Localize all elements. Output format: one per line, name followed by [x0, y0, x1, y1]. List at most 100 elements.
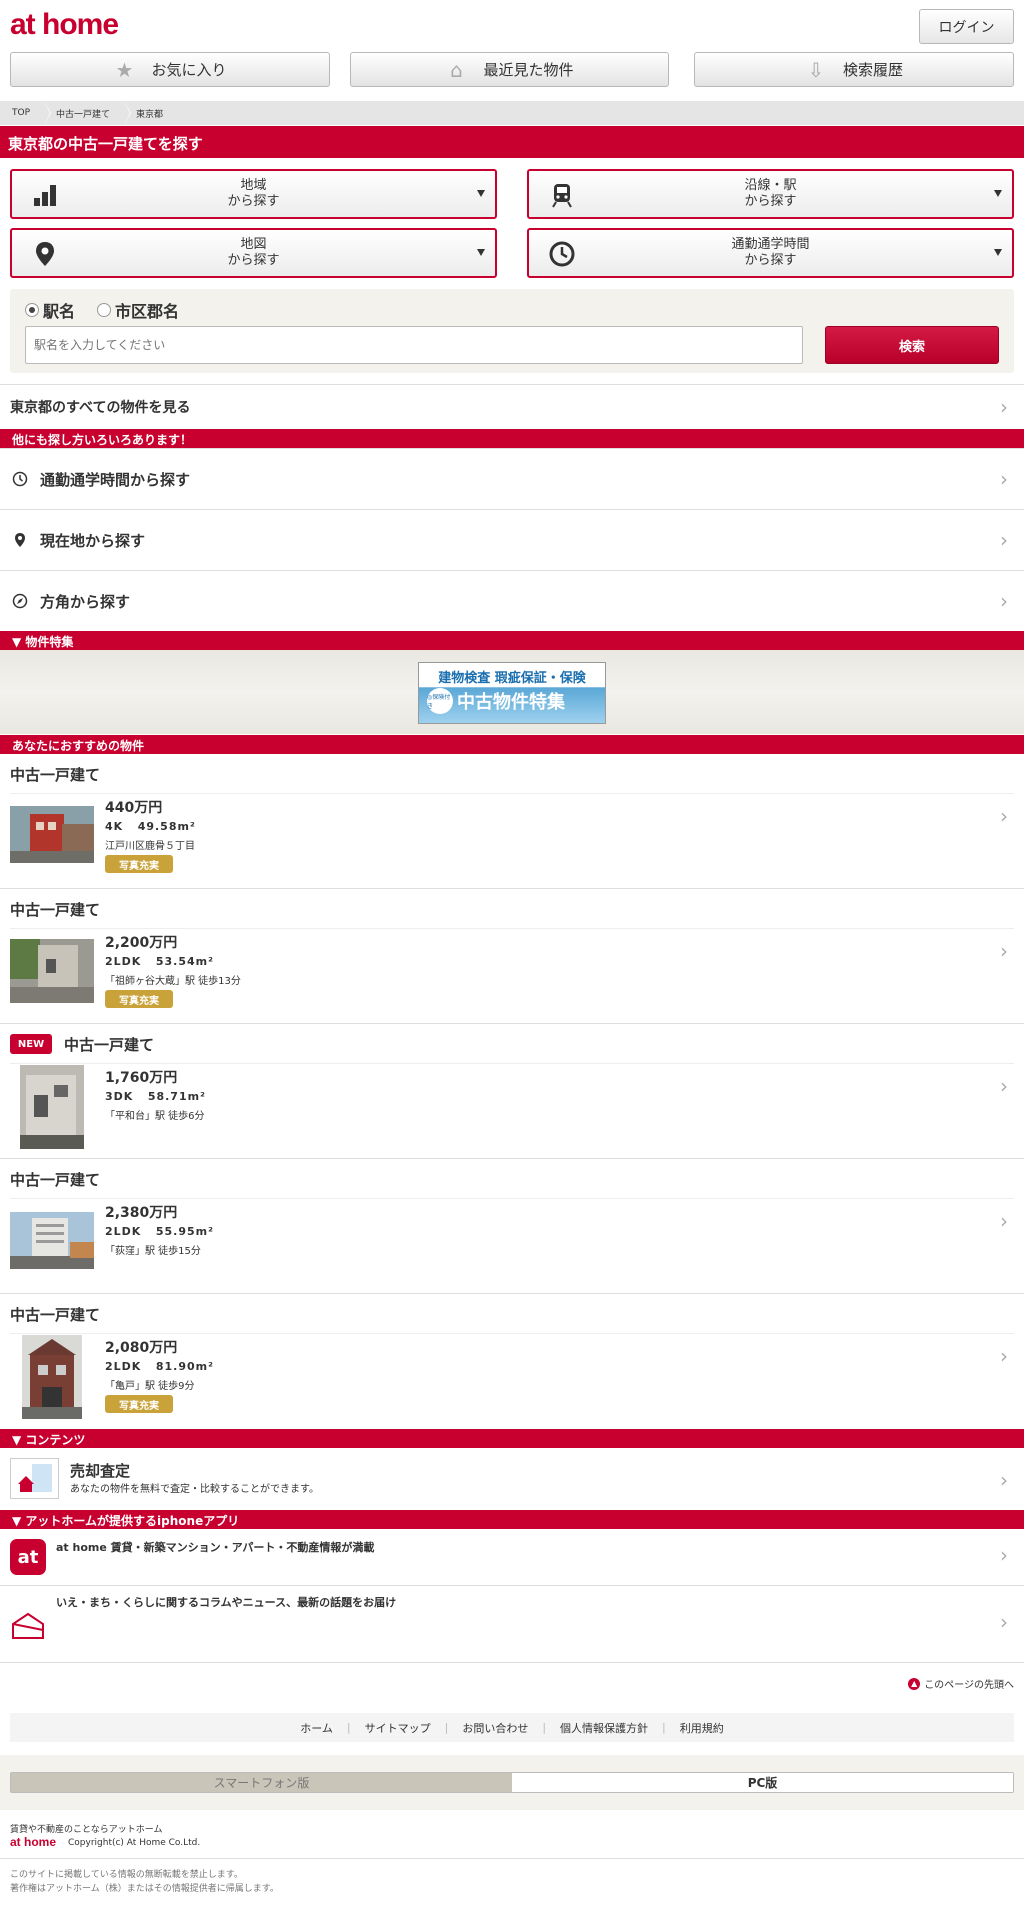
history-label: 検索履歴: [842, 61, 903, 79]
page-top-label: このページの先頭へ: [924, 1680, 1014, 1691]
radio-unchecked-icon: [97, 303, 112, 317]
property-spec: 2LDK 55.95m²: [105, 1225, 214, 1238]
radio-station[interactable]: 駅名: [25, 298, 75, 322]
property-photo: [22, 1335, 82, 1419]
search-commute-line1: 通勤通学時間: [731, 237, 810, 252]
footer-terms-link[interactable]: 利用規約: [680, 1720, 724, 1736]
recent-button[interactable]: ⌂ 最近見た物件: [350, 52, 669, 87]
search-direction-link[interactable]: 方角から探す ›: [0, 570, 1024, 631]
banner-badge: ◎保険付き: [427, 688, 453, 714]
divider: [10, 928, 1014, 929]
recommended-title: あなたにおすすめの物件: [0, 735, 1024, 754]
property-type: 中古一戸建て: [10, 901, 101, 919]
property-card[interactable]: 中古一戸建て 2,200万円 2LDK 53.54m² 「祖師ヶ谷大蔵」駅 徒歩…: [0, 889, 1024, 1024]
breadcrumb: TOP 中古一戸建て 東京都: [0, 101, 1024, 125]
athome-logo[interactable]: at home: [10, 8, 119, 42]
footer-note-1: このサイトに掲載している情報の無断転載を禁止します。: [10, 1870, 243, 1880]
property-price: 2,080万円: [105, 1340, 178, 1356]
footer-home-link[interactable]: ホーム: [300, 1720, 333, 1736]
banner-top-text: 建物検査 瑕疵保証・保険: [438, 671, 586, 686]
chevron-right-icon: ›: [1000, 528, 1008, 552]
footer-privacy-link[interactable]: 個人情報保護方針: [560, 1720, 648, 1736]
search-by-line-button[interactable]: 沿線・駅 から探す: [527, 169, 1014, 219]
favorites-label: お気に入り: [151, 61, 227, 79]
footer-contact-link[interactable]: お問い合わせ: [462, 1720, 528, 1736]
star-icon: ★: [115, 57, 134, 82]
property-layout: 2LDK: [105, 1225, 142, 1238]
all-properties-link[interactable]: 東京都のすべての物件を見る ›: [0, 384, 1024, 429]
appraisal-icon: [10, 1458, 59, 1499]
search-by-map-button[interactable]: 地図 から探す: [10, 228, 497, 278]
search-area-line1: 地域: [240, 178, 267, 193]
chevron-right-icon: ›: [1000, 395, 1008, 419]
property-spec: 2LDK 53.54m²: [105, 955, 214, 968]
recent-label: 最近見た物件: [483, 61, 574, 79]
contents-title: ▼ コンテンツ: [0, 1429, 1024, 1448]
app-column-link[interactable]: いえ・まち・くらしに関するコラムやニュース、最新の話題をお届け ›: [0, 1586, 1024, 1662]
property-spec: 4K 49.58m²: [105, 820, 196, 833]
divider: [10, 793, 1014, 794]
feature-title: ▼ 物件特集: [0, 631, 1024, 650]
compass-icon: [12, 593, 28, 609]
footer-tagline: 賃貸や不動産のことならアットホーム: [10, 1825, 163, 1835]
property-area: 81.90m²: [155, 1360, 214, 1373]
station-search-input[interactable]: [25, 326, 803, 364]
property-area: 55.95m²: [155, 1225, 214, 1238]
property-card[interactable]: 中古一戸建て 440万円 4K 49.58m² 江戸川区鹿骨５丁目 写真充実 ›: [0, 754, 1024, 889]
property-location: 「平和台」駅 徒歩6分: [105, 1111, 205, 1122]
radio-city-label: 市区郡名: [115, 302, 180, 321]
other-ways-title: 他にも探し方いろいろあります！: [0, 429, 1024, 448]
app-athome-link[interactable]: at at home 賃貸・新築マンション・アパート・不動産情報が満載 ›: [0, 1529, 1024, 1585]
arrow-up-icon: ▲: [908, 1677, 921, 1690]
radio-city[interactable]: 市区郡名: [97, 298, 179, 322]
property-location: 「祖師ヶ谷大蔵」駅 徒歩13分: [105, 976, 241, 987]
property-location: 「亀戸」駅 徒歩9分: [105, 1381, 195, 1392]
property-spec: 2LDK 81.90m²: [105, 1360, 214, 1373]
property-price: 440万円: [105, 800, 163, 816]
breadcrumb-used-house[interactable]: 中古一戸建て: [44, 101, 132, 125]
used-property-feature-banner[interactable]: 建物検査 瑕疵保証・保険 ◎保険付き 中古物件特集: [418, 662, 606, 724]
property-photo: [10, 806, 94, 863]
search-line-line2: から探す: [744, 194, 797, 209]
new-badge: NEW: [10, 1034, 52, 1054]
property-card[interactable]: NEW 中古一戸建て 1,760万円 3DK 58.71m² 「平和台」駅 徒歩…: [0, 1024, 1024, 1159]
property-photo: [20, 1065, 84, 1149]
photo-rich-badge: 写真充実: [105, 1395, 173, 1413]
search-direction-label: 方角から探す: [40, 592, 131, 611]
dropdown-arrow-icon: [477, 249, 485, 256]
dropdown-arrow-icon: [994, 249, 1002, 256]
house-icon: ⌂: [450, 57, 463, 82]
property-layout: 2LDK: [105, 955, 142, 968]
property-layout: 3DK: [105, 1090, 134, 1103]
sale-appraisal-desc: あなたの物件を無料で査定・比較することができます。: [70, 1484, 319, 1495]
map-pin-icon: [15, 533, 25, 547]
photo-rich-badge: 写真充実: [105, 990, 173, 1008]
search-current-location-link[interactable]: 現在地から探す ›: [0, 509, 1024, 570]
apps-title: ▼ アットホームが提供するiphoneアプリ: [0, 1510, 1024, 1529]
breadcrumb-top[interactable]: TOP: [0, 101, 52, 125]
property-card[interactable]: 中古一戸建て 2,380万円 2LDK 55.95m² 「荻窪」駅 徒歩15分 …: [0, 1159, 1024, 1294]
favorites-button[interactable]: ★ お気に入り: [10, 52, 330, 87]
search-map-line1: 地図: [240, 237, 267, 252]
station-search-button[interactable]: 検索: [825, 326, 999, 364]
pc-version-tab[interactable]: PC版: [512, 1773, 1013, 1792]
chevron-right-icon: ›: [1000, 1074, 1008, 1098]
divider: [10, 1198, 1014, 1199]
sale-appraisal-link[interactable]: 売却査定 あなたの物件を無料で査定・比較することができます。 ›: [0, 1448, 1024, 1511]
property-photo: [10, 1212, 94, 1269]
history-button[interactable]: ⇩ 検索履歴: [694, 52, 1014, 87]
search-commute-link[interactable]: 通勤通学時間から探す ›: [0, 448, 1024, 509]
chevron-right-icon: ›: [1000, 939, 1008, 963]
login-button[interactable]: ログイン: [919, 9, 1014, 44]
footer-note-2: 著作権はアットホーム（株）またはその情報提供者に帰属します。: [10, 1884, 279, 1894]
property-type: 中古一戸建て: [10, 1306, 101, 1324]
search-by-area-button[interactable]: 地域 から探す: [10, 169, 497, 219]
search-by-commute-button[interactable]: 通勤通学時間 から探す: [527, 228, 1014, 278]
chevron-right-icon: ›: [1000, 1209, 1008, 1233]
page-top-link[interactable]: ▲ このページの先頭へ: [908, 1676, 1014, 1691]
footer-sitemap-link[interactable]: サイトマップ: [365, 1720, 431, 1736]
property-card[interactable]: 中古一戸建て 2,080万円 2LDK 81.90m² 「亀戸」駅 徒歩9分 写…: [0, 1294, 1024, 1429]
divider: [0, 1858, 1024, 1859]
search-current-location-label: 現在地から探す: [40, 531, 146, 550]
chevron-right-icon: ›: [1000, 467, 1008, 491]
